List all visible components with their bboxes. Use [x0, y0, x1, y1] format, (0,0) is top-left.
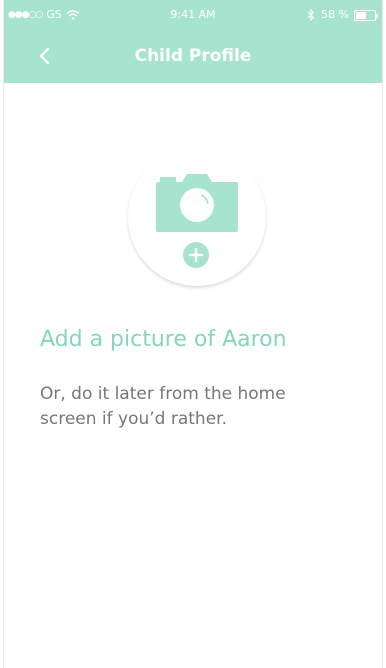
child-profile-screen: ●●●○○ GS 9:41 AM 58 % Child Profile Add … [3, 0, 383, 668]
add-photo-button[interactable] [183, 242, 209, 268]
plus-icon [189, 248, 203, 262]
battery-cap [376, 13, 378, 18]
bluetooth-icon [307, 9, 315, 21]
add-picture-heading: Add a picture of Aaron [40, 327, 287, 352]
camera-icon [156, 174, 238, 232]
photo-picker[interactable] [128, 148, 266, 286]
page-title: Child Profile [134, 46, 252, 66]
status-bar: ●●●○○ GS 9:41 AM 58 % [4, 0, 382, 30]
later-hint-text: Or, do it later from the home screen if … [40, 384, 286, 429]
battery-percent: 58 % [321, 8, 349, 21]
status-right: 58 % [307, 0, 378, 30]
battery-icon [354, 9, 378, 21]
battery-fill [356, 11, 367, 19]
nav-bar: Child Profile [4, 30, 382, 83]
header: ●●●○○ GS 9:41 AM 58 % Child Profile [4, 0, 382, 83]
